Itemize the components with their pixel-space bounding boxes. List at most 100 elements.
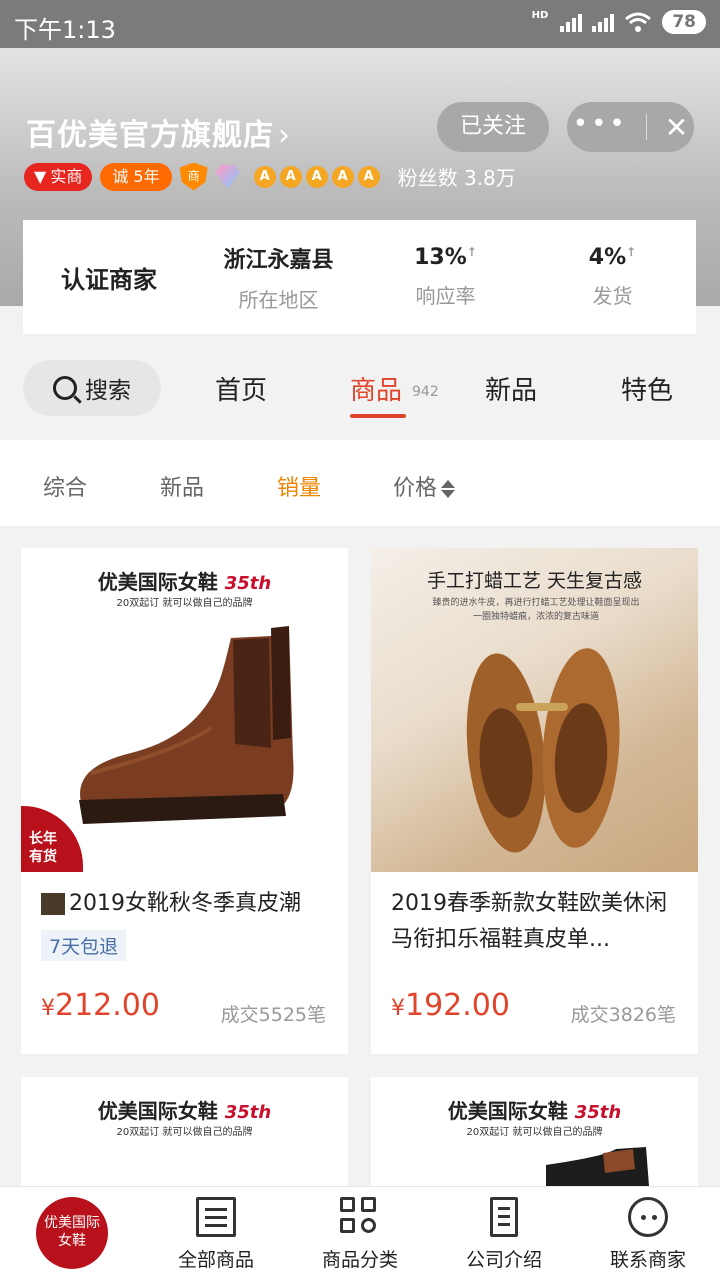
diamond-icon <box>215 164 240 189</box>
company-intro-label: 公司介绍 <box>465 1249 542 1271</box>
shishang-badge: ▼ 实商 <box>24 162 93 191</box>
shipping-stat: 4%↑ 发货 <box>529 245 696 309</box>
rating-star: A <box>357 165 380 188</box>
chengxin-badge: 诚 5年 <box>100 162 172 191</box>
brand-heading: 优美国际女鞋 35th <box>21 1095 348 1124</box>
product-card[interactable]: 优美国际女鞋 35th 20双起订 就可以做自己的品牌 长年 有货 2019女靴秋… <box>21 548 348 1054</box>
all-products-label: 全部商品 <box>177 1249 254 1271</box>
categories-button[interactable]: 商品分类 <box>300 1197 420 1272</box>
store-nav: 搜索 首页 商品 942 新品 特色 <box>0 336 720 440</box>
deal-count: 成交5525笔 <box>220 1004 326 1026</box>
tab-products[interactable]: 商品 942 <box>350 370 439 407</box>
product-count: 942 <box>412 383 439 400</box>
chevron-right-icon: › <box>278 118 291 153</box>
shipping-label: 发货 <box>592 284 633 308</box>
product-image: 手工打蜡工艺 天生复古感 臻贵的进水牛皮，再进行打蜡工艺处理让鞋面呈现出一圈独特… <box>371 548 698 872</box>
search-icon <box>53 376 77 400</box>
sort-overall[interactable]: 综合 <box>43 470 87 502</box>
follow-button[interactable]: 已关注 <box>437 102 549 152</box>
product-image: 优美国际女鞋 35th 20双起订 就可以做自己的品牌 长年 有货 <box>21 548 348 872</box>
brand-name: 优美国际女鞋 <box>97 1099 218 1123</box>
status-bar: 下午1:13 HD 78 <box>0 0 720 48</box>
categories-label: 商品分类 <box>321 1249 398 1271</box>
sort-price[interactable]: 价格 <box>393 470 456 502</box>
boot-image <box>546 1147 649 1186</box>
response-value: 13% <box>414 245 467 270</box>
crown-icon <box>41 893 65 915</box>
deal-count: 成交3826笔 <box>570 1004 676 1026</box>
location-label: 所在地区 <box>238 287 319 312</box>
store-name-link[interactable]: 百优美官方旗舰店 › <box>26 110 291 154</box>
capsule-menu: ••• ✕ <box>567 102 694 152</box>
contact-merchant-button[interactable]: 联系商家 <box>588 1197 708 1272</box>
tab-new[interactable]: 新品 <box>485 370 537 407</box>
more-icon[interactable]: ••• <box>573 111 628 137</box>
grid-icon <box>340 1197 380 1237</box>
shield-badge-icon: 商 <box>179 162 208 191</box>
store-logo[interactable]: 优美国际 女鞋 <box>36 1197 108 1269</box>
product-price: ¥192.00 <box>391 988 510 1023</box>
product-card[interactable]: 优美国际女鞋 35th 20双起订 就可以做自己的品牌 <box>21 1077 348 1186</box>
sort-arrows-icon <box>441 480 456 498</box>
all-products-button[interactable]: 全部商品 <box>156 1197 276 1272</box>
product-title: 2019女靴秋冬季真皮潮 <box>41 886 331 922</box>
sort-sales[interactable]: 销量 <box>277 470 321 502</box>
document-list-icon <box>196 1197 236 1237</box>
rating-star: A <box>305 165 328 188</box>
search-button[interactable]: 搜索 <box>23 360 161 416</box>
fans-count: 粉丝数 3.8万 <box>397 166 516 190</box>
product-card[interactable]: 优美国际女鞋 35th 20双起订 就可以做自己的品牌 <box>371 1077 698 1186</box>
product-price: ¥212.00 <box>41 988 160 1023</box>
signal-icon <box>560 12 583 32</box>
price-value: 212.00 <box>55 988 160 1023</box>
product-title-text: 2019女靴秋冬季真皮潮 <box>69 891 301 916</box>
capsule-divider <box>645 114 647 140</box>
store-badges: ▼ 实商 诚 5年 商 A A A A A 粉丝数 3.8万 <box>24 162 516 191</box>
rating-star: A <box>279 165 302 188</box>
signal-icon-2 <box>592 12 615 32</box>
battery-indicator: 78 <box>662 10 706 34</box>
currency-symbol: ¥ <box>391 996 405 1021</box>
store-info-card: 认证商家 浙江永嘉县 所在地区 13%↑ 响应率 4%↑ 发货 <box>23 220 696 334</box>
trend-arrow-icon: ↑ <box>466 245 477 259</box>
product-title: 2019春季新款女鞋欧美休闲马衔扣乐福鞋真皮单... <box>391 891 667 952</box>
product-card[interactable]: 手工打蜡工艺 天生复古感 臻贵的进水牛皮，再进行打蜡工艺处理让鞋面呈现出一圈独特… <box>371 548 698 1054</box>
status-time: 下午1:13 <box>14 16 116 44</box>
store-logo-line2: 女鞋 <box>58 1233 86 1249</box>
sort-price-label: 价格 <box>393 476 438 501</box>
sort-bar: 综合 新品 销量 价格 <box>0 440 720 526</box>
shishang-label: 实商 <box>50 166 83 186</box>
store-logo-line1: 优美国际 <box>44 1215 100 1231</box>
building-icon <box>490 1197 518 1237</box>
bottom-nav: 优美国际女鞋 全部商品 商品分类 公司介绍 联系商家 <box>0 1186 720 1280</box>
response-label: 响应率 <box>415 284 476 308</box>
response-stat: 13%↑ 响应率 <box>362 245 529 309</box>
search-label: 搜索 <box>85 378 131 404</box>
tab-featured[interactable]: 特色 <box>621 370 673 407</box>
sort-new[interactable]: 新品 <box>160 470 204 502</box>
network-type: HD <box>531 10 549 21</box>
tab-home[interactable]: 首页 <box>215 370 267 407</box>
location-value: 浙江永嘉县 <box>223 247 334 273</box>
rating-star: A <box>331 165 354 188</box>
store-name: 百优美官方旗舰店 <box>26 118 274 153</box>
status-icons: HD 78 <box>532 10 706 34</box>
location-stat: 浙江永嘉县 所在地区 <box>195 242 362 313</box>
in-stock-tag-line1: 长年 <box>29 831 57 847</box>
close-icon[interactable]: ✕ <box>665 111 688 144</box>
company-intro-button[interactable]: 公司介绍 <box>444 1197 564 1272</box>
active-tab-indicator <box>350 414 406 418</box>
rating-stars: A A A A A <box>253 165 380 188</box>
chat-icon <box>628 1197 668 1237</box>
currency-symbol: ¥ <box>41 996 55 1021</box>
wifi-icon <box>625 12 652 32</box>
shishang-icon: ▼ <box>34 166 47 186</box>
rating-star: A <box>253 165 276 188</box>
in-stock-tag-line2: 有货 <box>29 849 57 865</box>
tab-products-label: 商品 <box>350 376 403 406</box>
trend-arrow-icon: ↑ <box>626 245 637 259</box>
price-value: 192.00 <box>405 988 510 1023</box>
brand-slogan: 20双起订 就可以做自己的品牌 <box>116 1127 253 1138</box>
shipping-value: 4% <box>588 245 627 270</box>
contact-merchant-label: 联系商家 <box>609 1249 686 1271</box>
